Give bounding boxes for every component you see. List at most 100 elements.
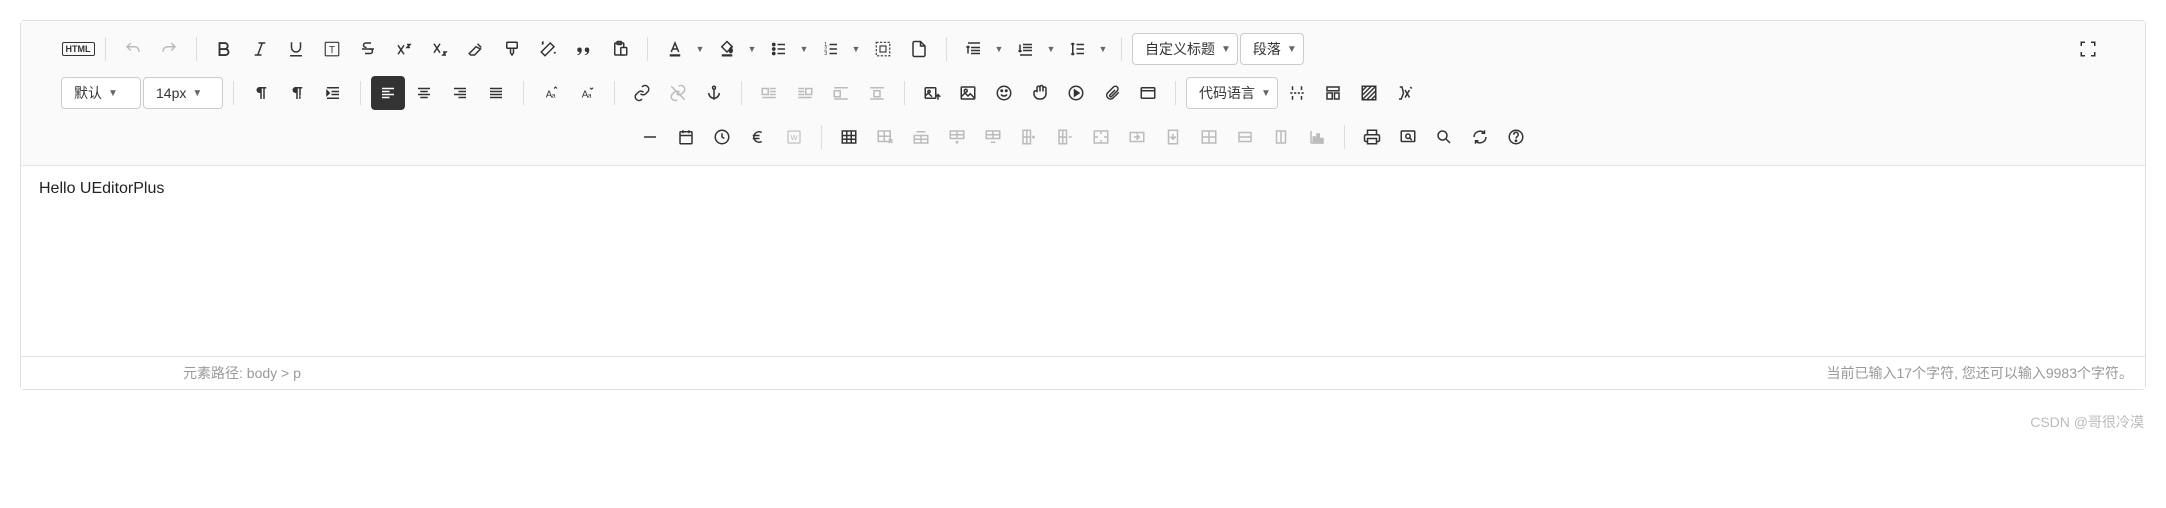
insertimage-button[interactable] (951, 76, 985, 110)
print-button[interactable] (1355, 120, 1389, 154)
autotypeset-button[interactable] (531, 32, 565, 66)
align-left-icon (379, 84, 397, 102)
deleterow-button[interactable] (976, 120, 1010, 154)
codelang-select[interactable]: 代码语言▼ (1186, 77, 1278, 109)
align-center-button[interactable] (407, 76, 441, 110)
path-value[interactable]: body > p (247, 365, 301, 381)
undo-button[interactable] (116, 32, 150, 66)
separator (741, 81, 742, 105)
rowspacingbottom-split: ▼ (1009, 32, 1059, 66)
date-button[interactable] (669, 120, 703, 154)
spechars-button[interactable] (741, 120, 775, 154)
formatmatch-button[interactable] (495, 32, 529, 66)
searchreplace-button[interactable] (1427, 120, 1461, 154)
inserttable-button[interactable] (832, 120, 866, 154)
cleardoc-button[interactable] (902, 32, 936, 66)
img-none-button[interactable] (824, 76, 858, 110)
time-button[interactable] (705, 120, 739, 154)
paragraph-select[interactable]: 段落▼ (1240, 33, 1304, 65)
link-button[interactable] (625, 76, 659, 110)
backcolor-button[interactable] (710, 32, 744, 66)
mergedown-button[interactable] (1156, 120, 1190, 154)
insertcol-button[interactable] (1012, 120, 1046, 154)
redo-button[interactable] (152, 32, 186, 66)
attachment-button[interactable] (1095, 76, 1129, 110)
charts-button[interactable] (1300, 120, 1334, 154)
scrawl-button[interactable] (1023, 76, 1057, 110)
splitcols-button[interactable] (1264, 120, 1298, 154)
bold-button[interactable] (207, 32, 241, 66)
superscript-icon (395, 40, 413, 58)
formula-button[interactable] (1388, 76, 1422, 110)
simpleupload-button[interactable] (915, 76, 949, 110)
splitrows-icon (1236, 128, 1254, 146)
italic-button[interactable] (243, 32, 277, 66)
align-justify-button[interactable] (479, 76, 513, 110)
subscript-button[interactable] (423, 32, 457, 66)
fontfamily-select[interactable]: 默认▼ (61, 77, 141, 109)
deletetable-button[interactable] (868, 120, 902, 154)
selectall-button[interactable] (866, 32, 900, 66)
mergeright-button[interactable] (1120, 120, 1154, 154)
img-right-button[interactable] (788, 76, 822, 110)
splitrows-button[interactable] (1228, 120, 1262, 154)
insertframe-button[interactable] (1131, 76, 1165, 110)
insertrow-button[interactable] (940, 120, 974, 154)
emotion-button[interactable] (987, 76, 1021, 110)
editor-content[interactable]: Hello UEditorPlus (21, 166, 2145, 356)
splitcells-button[interactable] (1192, 120, 1226, 154)
removeformat-button[interactable] (459, 32, 493, 66)
heading-select[interactable]: 自定义标题▼ (1132, 33, 1238, 65)
image-icon (959, 84, 977, 102)
insertparagraphbefore-button[interactable] (904, 120, 938, 154)
source-html-button[interactable]: HTML (61, 32, 95, 66)
blockquote-button[interactable] (567, 32, 601, 66)
insertvideo-button[interactable] (1059, 76, 1093, 110)
drafts-button[interactable] (1463, 120, 1497, 154)
lh-dropdown[interactable]: ▼ (1095, 32, 1111, 66)
superscript-button[interactable] (387, 32, 421, 66)
separator (647, 37, 648, 61)
align-right-button[interactable] (443, 76, 477, 110)
forecolor-button[interactable] (658, 32, 692, 66)
pagebreak-button[interactable] (1280, 76, 1314, 110)
rowspacingbottom-button[interactable] (1009, 32, 1043, 66)
deletecol-button[interactable] (1048, 120, 1082, 154)
lineheight-button[interactable] (1061, 32, 1095, 66)
help-button[interactable] (1499, 120, 1533, 154)
unorderedlist-button[interactable] (762, 32, 796, 66)
fullscreen-button[interactable] (2071, 32, 2105, 66)
forecolor-dropdown[interactable]: ▼ (692, 32, 708, 66)
preview-button[interactable] (1391, 120, 1425, 154)
dir-rtl-button[interactable] (280, 76, 314, 110)
template-button[interactable] (1316, 76, 1350, 110)
fontsize-select[interactable]: 14px▼ (143, 77, 223, 109)
align-right-icon (451, 84, 469, 102)
ol-dropdown[interactable]: ▼ (848, 32, 864, 66)
dir-ltr-button[interactable] (244, 76, 278, 110)
rowbot-dropdown[interactable]: ▼ (1043, 32, 1059, 66)
tolowercase-button[interactable]: Aa (570, 76, 604, 110)
touppercase-button[interactable]: Aa (534, 76, 568, 110)
img-center-button[interactable] (860, 76, 894, 110)
backcolor-dropdown[interactable]: ▼ (744, 32, 760, 66)
horizontal-button[interactable] (633, 120, 667, 154)
anchor-button[interactable] (697, 76, 731, 110)
rowtop-dropdown[interactable]: ▼ (991, 32, 1007, 66)
orderedlist-button[interactable]: 123 (814, 32, 848, 66)
table-del-icon (876, 128, 894, 146)
underline-button[interactable] (279, 32, 313, 66)
strikethrough-button[interactable] (351, 32, 385, 66)
separator (1175, 81, 1176, 105)
mergecells-button[interactable] (1084, 120, 1118, 154)
indent-button[interactable] (316, 76, 350, 110)
wordimage-button[interactable]: W (777, 120, 811, 154)
unlink-button[interactable] (661, 76, 695, 110)
align-left-button[interactable] (371, 76, 405, 110)
ul-dropdown[interactable]: ▼ (796, 32, 812, 66)
background-button[interactable] (1352, 76, 1386, 110)
fontborder-button[interactable]: T (315, 32, 349, 66)
img-left-button[interactable] (752, 76, 786, 110)
pasteplain-button[interactable] (603, 32, 637, 66)
rowspacingtop-button[interactable] (957, 32, 991, 66)
